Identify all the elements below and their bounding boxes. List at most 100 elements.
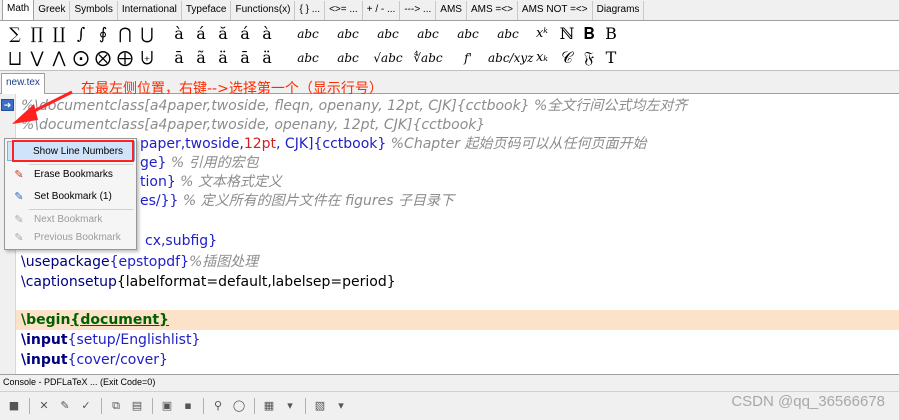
search-icon[interactable]: ⚲ bbox=[208, 397, 228, 415]
set-bookmark-icon: ✎ bbox=[14, 191, 24, 203]
tab-symbols[interactable]: Symbols bbox=[70, 1, 118, 20]
mathbf-symbol[interactable]: 𝐁 bbox=[578, 23, 600, 45]
copy-icon[interactable]: ⧉ bbox=[106, 397, 126, 415]
tab-operators[interactable]: + / - ... bbox=[363, 1, 401, 20]
big-vee-symbol[interactable]: ⋁ bbox=[26, 47, 48, 69]
file-tab-new-tex[interactable]: new.tex bbox=[1, 73, 45, 94]
acute-accent-symbol[interactable]: á bbox=[190, 23, 212, 45]
code-line-6-comment: % 定义所有的图片文件在 figures 子目录下 bbox=[178, 193, 455, 209]
code-line-5-arg: tion} bbox=[140, 174, 176, 190]
tab-international[interactable]: International bbox=[118, 1, 182, 20]
code-line-12-command: \begin bbox=[21, 312, 71, 328]
menu-item-next-bookmark: ✎ Next Bookmark bbox=[7, 210, 135, 230]
breve-accent-symbol[interactable]: ă bbox=[212, 23, 234, 45]
prime-symbol[interactable]: f' bbox=[448, 47, 488, 69]
overbrace-symbol[interactable]: abc bbox=[288, 23, 328, 45]
superscript-symbol[interactable]: xᵏ bbox=[528, 23, 556, 45]
fraction-symbol[interactable]: abc/xyz bbox=[488, 47, 533, 69]
mathsf-symbol[interactable]: T bbox=[600, 47, 622, 69]
ddot-accent-symbol[interactable]: ä bbox=[212, 47, 234, 69]
code-line-12: \begin{document} bbox=[16, 310, 899, 330]
bookmark-arrow-icon[interactable]: ➜ bbox=[1, 99, 14, 111]
stop-icon[interactable]: ■ bbox=[4, 397, 24, 415]
watermark: CSDN @qq_36566678 bbox=[731, 393, 885, 410]
menu-item-erase-bookmarks-label: Erase Bookmarks bbox=[34, 169, 113, 180]
code-line-5: tion} % 文本格式定义 bbox=[140, 172, 282, 192]
code-line-5-comment: % 文本格式定义 bbox=[175, 174, 282, 190]
code-line-10-arg: {labelformat=default,labelsep=period} bbox=[116, 274, 396, 290]
overrightarrow-symbol[interactable]: abc bbox=[408, 23, 448, 45]
window-icon[interactable]: ▦ bbox=[259, 397, 279, 415]
symbol-row-2: ⨆ ⋁ ⋀ ⨀ ⨂ ⨁ ⨄ ā ã ä ā ä abc abc √abc ∜ab… bbox=[4, 46, 622, 70]
mathcal-symbol[interactable]: 𝒞 bbox=[556, 47, 578, 69]
code-line-2: %\documentclass[a4paper,twoside, openany… bbox=[21, 117, 486, 133]
tab-arrows[interactable]: ---> ... bbox=[400, 1, 437, 20]
menu-item-set-bookmark-label: Set Bookmark (1) bbox=[34, 191, 112, 202]
tab-ams[interactable]: AMS bbox=[436, 1, 467, 20]
tab-ams-relations[interactable]: AMS =<> bbox=[467, 1, 518, 20]
bar-accent-symbol[interactable]: ā bbox=[168, 47, 190, 69]
grave-accent-symbol[interactable]: à bbox=[168, 23, 190, 45]
underbrace-symbol[interactable]: abc bbox=[288, 47, 328, 69]
integral-symbol[interactable]: ∫ bbox=[70, 23, 92, 45]
previous-bookmark-icon: ✎ bbox=[14, 232, 24, 244]
grave2-accent-symbol[interactable]: à bbox=[256, 23, 278, 45]
big-odot-symbol[interactable]: ⨀ bbox=[70, 47, 92, 69]
big-uplus-symbol[interactable]: ⨄ bbox=[136, 47, 158, 69]
subscript-symbol[interactable]: xₖ bbox=[528, 47, 556, 69]
tab-ams-not-relations[interactable]: AMS NOT =<> bbox=[518, 1, 593, 20]
big-otimes-symbol[interactable]: ⨂ bbox=[92, 47, 114, 69]
code-line-9-arg: {epstopdf} bbox=[109, 254, 189, 270]
code-line-8-arg: cx,subfig} bbox=[145, 233, 218, 249]
big-wedge-symbol[interactable]: ⋀ bbox=[48, 47, 70, 69]
product-symbol[interactable]: ∏ bbox=[26, 23, 48, 45]
tab-math[interactable]: Math bbox=[2, 0, 35, 20]
big-oplus-symbol[interactable]: ⨁ bbox=[114, 47, 136, 69]
big-cup-symbol[interactable]: ⋃ bbox=[136, 23, 158, 45]
erase-bookmark-icon: ✎ bbox=[14, 169, 24, 181]
big-cap-symbol[interactable]: ⋂ bbox=[114, 23, 136, 45]
code-line-13-command: \input bbox=[21, 332, 68, 348]
sqrt-symbol[interactable]: √abc bbox=[368, 47, 408, 69]
tab-typeface[interactable]: Typeface bbox=[182, 1, 232, 20]
sum-symbol[interactable]: ∑ bbox=[4, 23, 26, 45]
circle-icon[interactable]: ◯ bbox=[229, 397, 249, 415]
mathbb-symbol[interactable]: ℕ bbox=[556, 23, 578, 45]
contour-integral-symbol[interactable]: ∮ bbox=[92, 23, 114, 45]
coproduct-symbol[interactable]: ∐ bbox=[48, 23, 70, 45]
menu-item-erase-bookmarks[interactable]: ✎ Erase Bookmarks bbox=[7, 165, 135, 185]
code-line-6: es/}} % 定义所有的图片文件在 figures 子目录下 bbox=[140, 191, 454, 211]
bar2-accent-symbol[interactable]: ā bbox=[234, 47, 256, 69]
chevron-down-icon[interactable]: ▾ bbox=[280, 397, 300, 415]
paste-icon[interactable]: ▤ bbox=[127, 397, 147, 415]
tab-greek[interactable]: Greek bbox=[34, 1, 71, 20]
overline-symbol[interactable]: abc bbox=[328, 23, 368, 45]
overleftarrow-symbol[interactable]: abc bbox=[368, 23, 408, 45]
code-line-10-command: \captionsetup bbox=[21, 274, 117, 290]
widehat-symbol[interactable]: abc bbox=[448, 23, 488, 45]
tilde-accent-symbol[interactable]: ã bbox=[190, 47, 212, 69]
close-icon[interactable]: ✕ bbox=[34, 397, 54, 415]
terminal-icon[interactable]: ▣ bbox=[157, 397, 177, 415]
tab-functions[interactable]: Functions(x) bbox=[231, 1, 296, 20]
tab-braces[interactable]: { } ... bbox=[295, 1, 326, 20]
chevron-down-icon[interactable]: ▾ bbox=[331, 397, 351, 415]
tab-diagrams[interactable]: Diagrams bbox=[593, 1, 645, 20]
code-line-9-comment: %插图处理 bbox=[188, 254, 259, 270]
ddot2-accent-symbol[interactable]: ä bbox=[256, 47, 278, 69]
menu-item-set-bookmark[interactable]: ✎ Set Bookmark (1) bbox=[7, 187, 135, 207]
check-icon[interactable]: ✓ bbox=[76, 397, 96, 415]
tab-relations[interactable]: <>= ... bbox=[325, 1, 363, 20]
nth-root-symbol[interactable]: ∜abc bbox=[408, 47, 448, 69]
mathfrak-symbol[interactable]: 𝔉 bbox=[578, 47, 600, 69]
acute2-accent-symbol[interactable]: á bbox=[234, 23, 256, 45]
widetilde-symbol[interactable]: abc bbox=[488, 23, 528, 45]
clear-icon[interactable]: ✎ bbox=[55, 397, 75, 415]
mathrm-symbol[interactable]: B bbox=[600, 23, 622, 45]
big-sqcup-symbol[interactable]: ⨆ bbox=[4, 47, 26, 69]
command-prompt-icon[interactable]: ▪ bbox=[178, 397, 198, 415]
window-split-icon[interactable]: ▧ bbox=[310, 397, 330, 415]
underline-symbol[interactable]: abc bbox=[328, 47, 368, 69]
code-line-4-comment: % 引用的宏包 bbox=[166, 155, 259, 171]
console-bar: Console - PDFLaTeX ... (Exit Code=0) bbox=[0, 374, 899, 391]
